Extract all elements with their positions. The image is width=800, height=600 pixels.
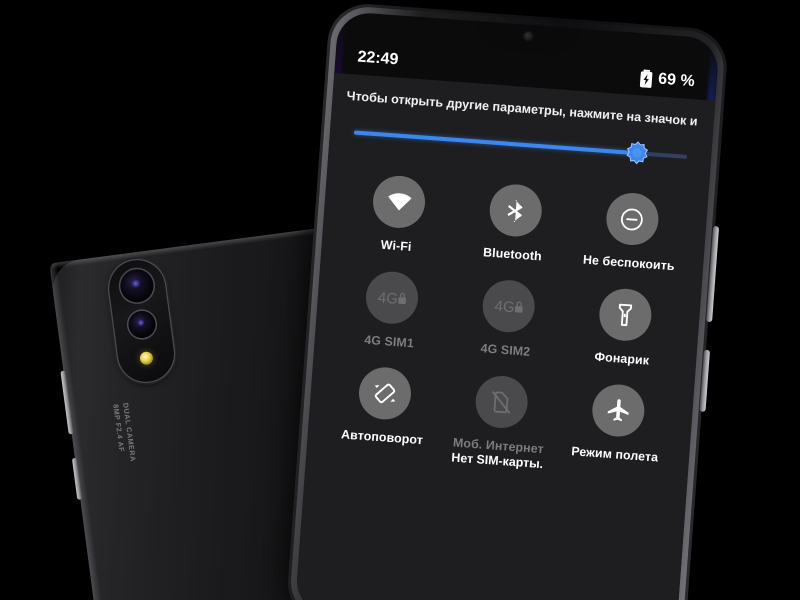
scene-root: DUAL CAMERA 8MP F2.4 AF 22:49 69 % Чтобы… xyxy=(0,0,800,600)
qs-tile-do-not-disturb[interactable]: Не беспокоить xyxy=(570,189,692,275)
bluetooth-icon xyxy=(502,197,529,224)
svg-text:4G: 4G xyxy=(494,298,515,316)
4g-sim1-tile-circle[interactable]: 4G xyxy=(364,269,421,326)
qs-tile-label-flashlight: Фонарик xyxy=(594,349,650,368)
battery-percentage: 69 % xyxy=(657,70,696,91)
bluetooth-tile-circle[interactable] xyxy=(487,182,544,239)
auto-rotate-icon xyxy=(371,379,399,407)
auto-rotate-tile-circle[interactable] xyxy=(357,365,414,422)
qs-tile-4g-sim2[interactable]: 4G 4G SIM2 xyxy=(447,276,569,362)
do-not-disturb-tile-circle[interactable] xyxy=(604,191,660,247)
status-bar-right-group: 69 % xyxy=(639,69,696,91)
rear-phone-top-highlight xyxy=(49,224,348,270)
qs-tile-label-4g-sim1: 4G SIM1 xyxy=(363,332,415,351)
4g-locked-icon: 4G xyxy=(377,286,409,310)
qs-tile-bluetooth[interactable]: Bluetooth xyxy=(454,180,576,266)
svg-text:4G: 4G xyxy=(378,289,399,307)
qs-tile-auto-rotate[interactable]: Автоповорот xyxy=(322,363,445,464)
airplane-icon xyxy=(604,397,632,425)
qs-tile-label-auto-rotate: Автоповорот xyxy=(340,427,424,448)
mobile-data-tile-circle[interactable] xyxy=(473,374,530,430)
do-not-disturb-icon xyxy=(619,206,646,233)
front-phone-volume-rocker[interactable] xyxy=(705,225,719,323)
qs-tile-label-wifi: Wi-Fi xyxy=(380,237,412,254)
front-phone: 22:49 69 % Чтобы открыть другие параметр… xyxy=(285,1,730,600)
quick-settings-tile-grid: Wi-Fi Bluetooth Не беспокоить 4G 4G SIM1… xyxy=(322,172,692,482)
camera-lens-main-icon xyxy=(118,267,156,305)
wifi-icon xyxy=(385,187,414,216)
no-sim-card-icon xyxy=(488,389,515,416)
wifi-tile-circle[interactable] xyxy=(371,174,428,230)
dual-camera-module xyxy=(105,256,178,386)
quick-settings-panel: Чтобы открыть другие параметры, нажмите … xyxy=(294,72,716,600)
front-phone-power-button[interactable] xyxy=(698,349,710,412)
qs-tile-wifi[interactable]: Wi-Fi xyxy=(337,172,459,258)
qs-tile-label-do-not-disturb: Не беспокоить xyxy=(582,252,676,274)
4g-sim2-tile-circle[interactable]: 4G xyxy=(480,278,537,335)
qs-tile-airplane-mode[interactable]: Режим полета xyxy=(555,380,678,481)
brightness-slider[interactable] xyxy=(353,120,688,168)
flashlight-tile-circle[interactable] xyxy=(597,286,653,343)
flashlight-icon xyxy=(612,301,639,328)
camera-spec-text: DUAL CAMERA 8MP F2.4 AF xyxy=(111,402,146,523)
camera-lens-secondary-icon xyxy=(126,309,158,340)
qs-tile-mobile-data[interactable]: Моб. Интернет Нет SIM-карты. xyxy=(439,372,562,473)
rear-phone-edge-highlight xyxy=(49,262,114,600)
phone-screen: 22:49 69 % Чтобы открыть другие параметр… xyxy=(294,10,720,600)
status-bar-clock: 22:49 xyxy=(356,48,399,69)
battery-charging-icon xyxy=(639,69,653,88)
qs-tile-label-4g-sim2: 4G SIM2 xyxy=(480,341,531,359)
qs-tile-label-airplane-mode: Режим полета xyxy=(570,444,659,465)
waterdrop-notch xyxy=(475,20,582,56)
qs-tile-flashlight[interactable]: Фонарик xyxy=(563,285,685,371)
brightness-slider-fill xyxy=(353,130,638,155)
4g-locked-icon: 4G xyxy=(493,294,525,318)
brightness-sun-icon[interactable] xyxy=(625,140,650,165)
airplane-mode-tile-circle[interactable] xyxy=(590,382,646,439)
qs-tile-4g-sim1[interactable]: 4G 4G SIM1 xyxy=(330,267,452,353)
qs-tile-label-bluetooth: Bluetooth xyxy=(482,245,543,264)
led-flash-icon xyxy=(139,350,154,366)
front-camera-icon xyxy=(522,30,535,43)
